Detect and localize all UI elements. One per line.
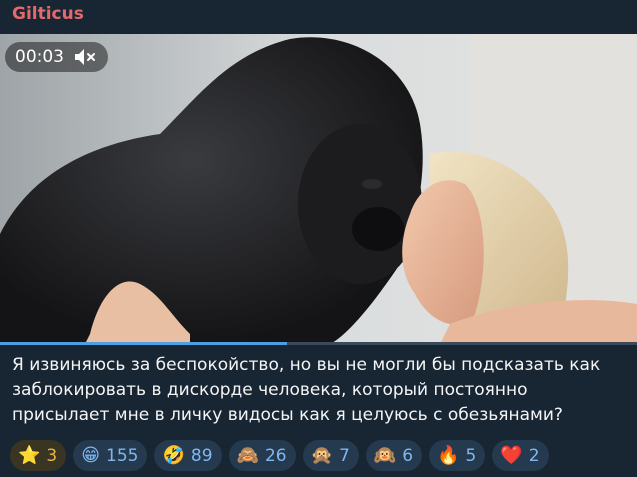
reaction-button[interactable]: 🙉 6	[365, 440, 423, 471]
reaction-button[interactable]: ❤️ 2	[492, 440, 549, 471]
reaction-count: 3	[46, 445, 58, 466]
reaction-count: 7	[339, 445, 350, 466]
message-text: Я извиняюсь за беспокойство, но вы не мо…	[12, 355, 601, 425]
reactions-bar: ⭐ 3 😁 155 🤣 89 🙈 26 🙊 7 🙉 6 🔥 5 ❤️ 2	[10, 440, 549, 472]
reaction-count: 155	[106, 445, 139, 466]
reaction-button[interactable]: ⭐ 3	[10, 440, 67, 471]
reaction-button[interactable]: 🙈 26	[228, 440, 296, 471]
heart-icon: ❤️	[500, 444, 523, 466]
rofl-icon: 🤣	[162, 444, 185, 466]
reaction-button[interactable]: 😁 155	[73, 440, 148, 471]
fire-icon: 🔥	[437, 444, 460, 466]
reaction-count: 6	[402, 445, 414, 466]
speak-no-evil-monkey-icon: 🙊	[310, 444, 334, 466]
reaction-count: 89	[190, 445, 213, 466]
video-progress-bar[interactable]	[0, 342, 637, 345]
reaction-button[interactable]: 🙊 7	[302, 440, 359, 471]
reaction-count: 2	[528, 445, 540, 466]
video-frame	[0, 34, 637, 344]
video-time-badge[interactable]: 00:03	[5, 42, 108, 72]
reaction-count: 5	[465, 445, 477, 466]
muted-speaker-icon[interactable]	[73, 47, 97, 67]
message-bubble: Gilticus 00:03 Я извиняюсь за беспокойст…	[0, 0, 637, 477]
star-icon: ⭐	[18, 444, 41, 466]
see-no-evil-monkey-icon: 🙈	[236, 444, 259, 466]
sender-name[interactable]: Gilticus	[12, 4, 84, 24]
reaction-button[interactable]: 🤣 89	[154, 440, 222, 471]
video-player[interactable]	[0, 34, 637, 344]
hear-no-evil-monkey-icon: 🙉	[373, 444, 397, 466]
reaction-button[interactable]: 🔥 5	[429, 440, 486, 471]
grin-icon: 😁	[81, 444, 101, 466]
video-time: 00:03	[15, 47, 64, 67]
video-progress-fill	[0, 342, 287, 345]
reaction-count: 26	[264, 445, 287, 466]
